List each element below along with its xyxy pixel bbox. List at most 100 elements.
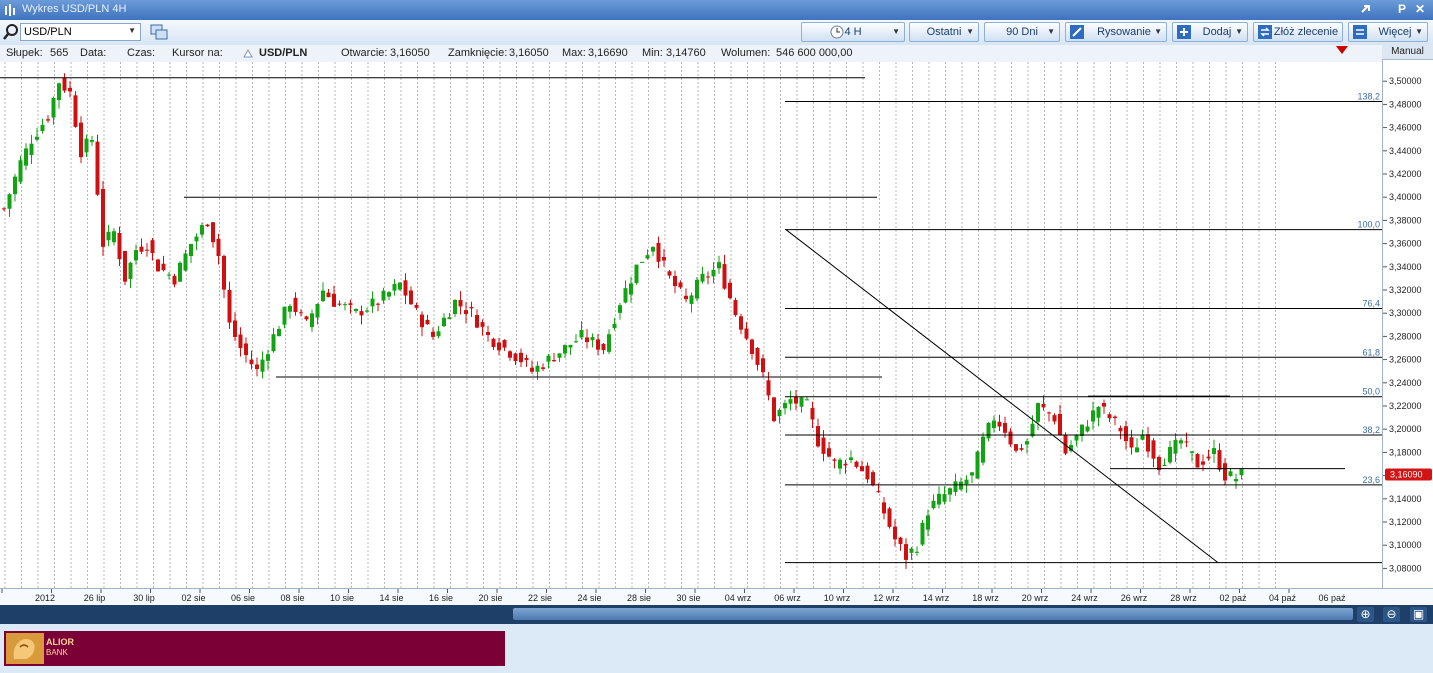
candle-body bbox=[299, 312, 303, 314]
fibonacci-label: 76,4 bbox=[1362, 299, 1380, 309]
candle-body bbox=[392, 284, 397, 291]
candle-body bbox=[205, 224, 210, 227]
candle-body bbox=[128, 262, 133, 279]
candle-body bbox=[612, 323, 617, 329]
candle-body bbox=[1074, 434, 1079, 441]
mode-select[interactable]: Ostatni ▼ bbox=[909, 22, 979, 42]
windows-icon[interactable] bbox=[150, 24, 168, 41]
more-button[interactable]: Więcej ▼ bbox=[1348, 22, 1428, 42]
candle-body bbox=[172, 275, 177, 285]
search-icon[interactable] bbox=[2, 23, 20, 41]
time-axis[interactable]: 2012 26 lip 30 lip 02 sie 06 sie 08 sie 10 sie… bbox=[0, 588, 1433, 606]
candle-body bbox=[1003, 422, 1007, 433]
candle-body bbox=[849, 457, 853, 460]
candle-body bbox=[1239, 468, 1244, 476]
range-select[interactable]: 90 Dni ▼ bbox=[984, 22, 1060, 42]
candle-body bbox=[420, 314, 424, 328]
candle-body bbox=[601, 343, 606, 351]
scroll-thumb[interactable] bbox=[513, 608, 1353, 620]
candle-body bbox=[821, 437, 826, 454]
candle-body bbox=[744, 328, 749, 339]
candle-body bbox=[68, 87, 72, 92]
candle-body bbox=[975, 451, 980, 479]
bar-value: 565 bbox=[50, 47, 69, 59]
price-tick-label: 3,20000 bbox=[1389, 424, 1422, 434]
candle-body bbox=[1234, 479, 1238, 482]
place-order-label: Złóż zlecenie bbox=[1273, 26, 1339, 38]
candle-body bbox=[629, 283, 633, 295]
candle-body bbox=[1206, 456, 1211, 459]
zoom-out-icon[interactable]: ⊖ bbox=[1383, 607, 1400, 622]
time-tick-label: 20 wrz bbox=[1022, 593, 1049, 603]
candle-body bbox=[810, 408, 815, 420]
candle-body bbox=[376, 303, 380, 305]
time-tick-label: 10 wrz bbox=[824, 593, 851, 603]
time-axis-canvas: 2012 26 lip 30 lip 02 sie 06 sie 08 sie 10 sie… bbox=[1, 589, 1346, 603]
time-tick-label: 14 wrz bbox=[923, 593, 950, 603]
price-tick-label: 3,50000 bbox=[1389, 76, 1422, 86]
time-tick-label: 02 paź bbox=[1219, 593, 1247, 603]
candle-body bbox=[90, 140, 94, 142]
candle-body bbox=[942, 494, 947, 502]
candle-body bbox=[992, 420, 996, 429]
candle-body bbox=[816, 426, 820, 447]
candle-body bbox=[403, 280, 408, 296]
candle-body bbox=[931, 500, 936, 509]
drawing-button[interactable]: Rysowanie ▼ bbox=[1065, 22, 1167, 42]
candle-body bbox=[607, 334, 611, 352]
place-order-button[interactable]: Złóż zlecenie bbox=[1253, 22, 1343, 42]
more-icon bbox=[1353, 25, 1367, 39]
candle-body bbox=[557, 353, 562, 358]
pin-button[interactable]: P bbox=[1393, 1, 1411, 18]
drawing-label: Rysowanie bbox=[1097, 26, 1151, 38]
price-axis[interactable]: 3,50000 3,48000 3,46000 3,44000 3,42000 3,400… bbox=[1382, 45, 1433, 588]
time-tick-label: 30 lip bbox=[133, 593, 155, 603]
zoom-in-icon[interactable]: ⊕ bbox=[1357, 607, 1374, 622]
fibonacci-label: 138,2 bbox=[1357, 92, 1380, 102]
candle-body bbox=[898, 537, 903, 544]
candle-body bbox=[414, 304, 419, 308]
candle-body bbox=[1025, 441, 1029, 445]
candle-body bbox=[970, 472, 974, 476]
candle-body bbox=[189, 243, 193, 256]
plus-icon bbox=[1177, 25, 1191, 39]
lock-icon[interactable]: ▣ bbox=[1410, 607, 1427, 622]
candle-body bbox=[546, 355, 551, 362]
candle-body bbox=[711, 269, 716, 277]
add-button[interactable]: Dodaj ▼ bbox=[1172, 22, 1248, 42]
last-price-label: 3,16090 bbox=[1390, 470, 1423, 480]
time-tick-label: 04 paź bbox=[1269, 593, 1297, 603]
candle-body bbox=[1008, 431, 1013, 445]
candle-body bbox=[304, 316, 309, 320]
price-chart[interactable]: 138,2 100,0 76,4 61,8 50,0 38,2 23,6 bbox=[0, 62, 1382, 588]
candle-body bbox=[1184, 441, 1189, 443]
close-button[interactable]: ✕ bbox=[1411, 1, 1429, 18]
manual-scale-label[interactable]: Manual bbox=[1382, 45, 1433, 60]
mode-value: Ostatni bbox=[926, 26, 962, 38]
interval-value: 4 H bbox=[844, 26, 862, 38]
time-tick-label: 14 sie bbox=[379, 593, 403, 603]
interval-select[interactable]: 4 H ▼ bbox=[801, 22, 905, 42]
candle-body bbox=[865, 465, 870, 480]
candle-body bbox=[579, 329, 584, 338]
fibonacci-label: 50,0 bbox=[1362, 387, 1380, 397]
candle-body bbox=[755, 347, 760, 365]
candle-body bbox=[695, 279, 699, 299]
candle-body bbox=[656, 243, 661, 262]
symbol-select[interactable]: USD/PLN ▼ bbox=[20, 23, 141, 41]
candle-body bbox=[552, 360, 556, 362]
candle-body bbox=[948, 488, 952, 495]
candle-body bbox=[398, 282, 402, 290]
candle-body bbox=[568, 344, 573, 348]
candle-body bbox=[893, 526, 897, 540]
chart-canvas[interactable]: 138,2 100,0 76,4 61,8 50,0 38,2 23,6 bbox=[0, 62, 1382, 588]
candle-body bbox=[1168, 447, 1172, 463]
candle-body bbox=[348, 303, 353, 305]
fibonacci-label: 100,0 bbox=[1357, 220, 1380, 230]
candle-body bbox=[139, 246, 144, 252]
chart-scrollbar[interactable]: ⊕ ⊖ ▣ bbox=[0, 605, 1433, 624]
link-icon[interactable] bbox=[1358, 2, 1374, 18]
alior-bank-banner[interactable]: ALIOR BANK bbox=[4, 631, 505, 666]
time-tick-label: 12 wrz bbox=[873, 593, 900, 603]
candle-body bbox=[200, 225, 204, 235]
